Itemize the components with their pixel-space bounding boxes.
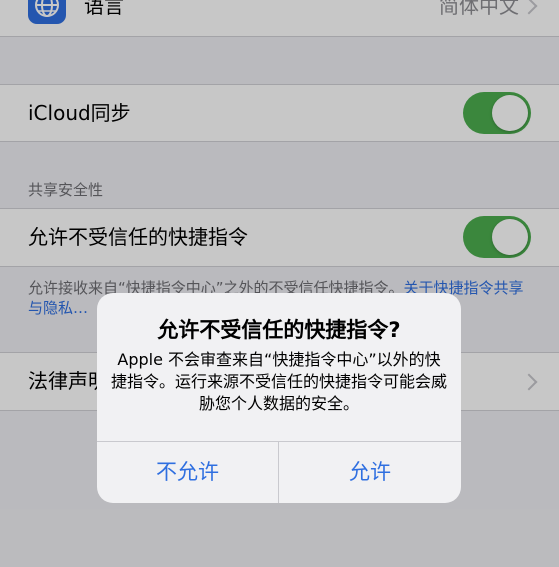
alert-title: 允许不受信任的快捷指令? — [157, 318, 401, 342]
alert-dialog: 允许不受信任的快捷指令? Apple 不会审查来自“快捷指令中心”以外的快捷指令… — [97, 293, 461, 503]
settings-screen: 语言 简体中文 iCloud同步 共享安全性 允许不受信任的快捷指令 允许接收来… — [0, 0, 559, 567]
allow-button[interactable]: 允许 — [279, 442, 461, 503]
alert-message: Apple 不会审查来自“快捷指令中心”以外的快捷指令。运行来源不受信任的快捷指… — [111, 350, 448, 413]
deny-button[interactable]: 不允许 — [97, 442, 278, 503]
